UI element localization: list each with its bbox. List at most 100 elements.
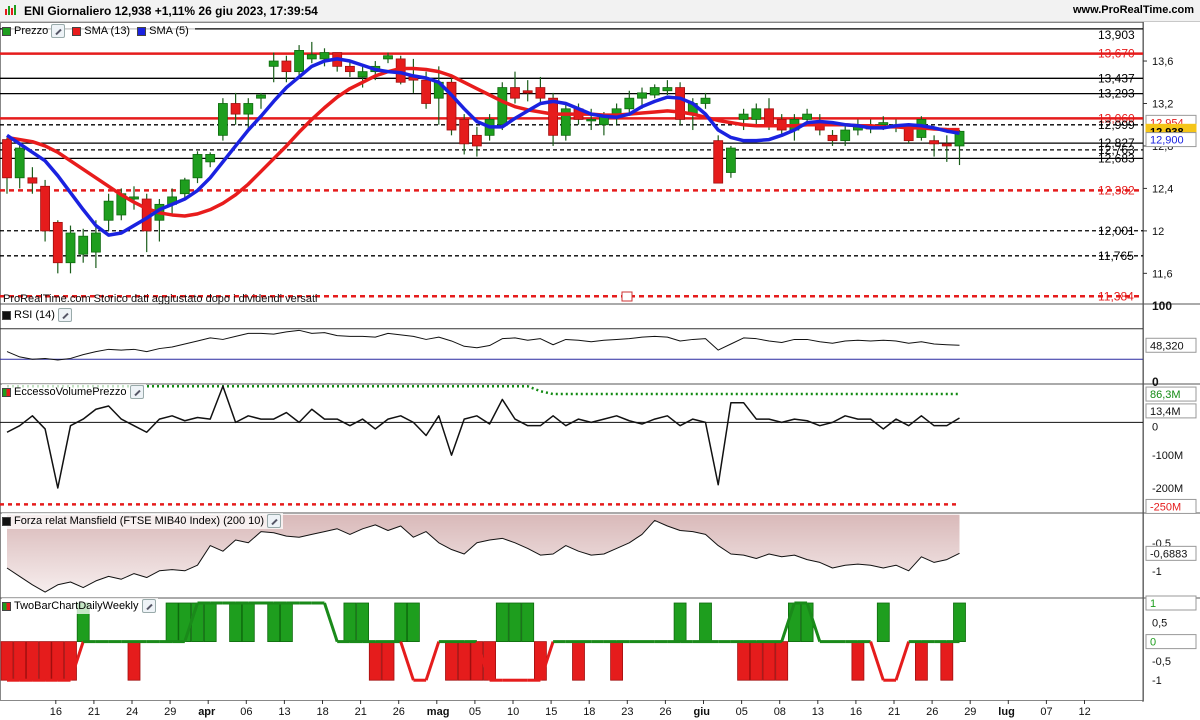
x-axis-label: 10 bbox=[507, 706, 519, 718]
candle bbox=[726, 147, 736, 173]
twobar-bar bbox=[165, 602, 179, 643]
x-axis-label: 05 bbox=[469, 706, 481, 718]
candle bbox=[243, 103, 254, 115]
twobar-bar bbox=[953, 602, 966, 643]
twobar-bar bbox=[191, 602, 204, 643]
x-axis-label: 21 bbox=[355, 706, 367, 718]
candle bbox=[357, 71, 368, 78]
candle bbox=[217, 103, 228, 136]
twobar-bar bbox=[368, 641, 382, 681]
twobar-signal-line bbox=[323, 602, 339, 643]
candle bbox=[91, 232, 101, 253]
level-label: 12,001 bbox=[1098, 224, 1135, 238]
candle bbox=[675, 87, 685, 120]
twobar-bar bbox=[445, 641, 458, 681]
twobar-bar bbox=[241, 602, 255, 643]
mansfield-panel-legend: Forza relat Mansfield (FTSE MIB40 Index)… bbox=[2, 513, 284, 529]
twobar-bar bbox=[495, 602, 509, 643]
level-label: 11,765 bbox=[1098, 249, 1134, 263]
x-axis-label: 26 bbox=[926, 706, 938, 718]
candle bbox=[878, 122, 889, 126]
candle bbox=[471, 134, 482, 147]
twobar-bar bbox=[699, 602, 712, 643]
volume-label: EccessoVolumePrezzo bbox=[14, 386, 127, 398]
candle bbox=[941, 143, 952, 147]
candle bbox=[421, 79, 432, 104]
x-axis-label: 26 bbox=[393, 706, 405, 718]
twobar-bar bbox=[876, 602, 890, 643]
candle bbox=[78, 235, 89, 255]
twobar-signal-line bbox=[424, 641, 441, 681]
twobar-top-tag: 1 bbox=[1150, 598, 1156, 610]
twobar-bar bbox=[457, 641, 471, 681]
twobar-bar bbox=[534, 641, 547, 681]
candle bbox=[383, 55, 393, 60]
volume-lower-tag: -250M bbox=[1150, 501, 1181, 513]
twobar-bar bbox=[775, 641, 789, 681]
twobar-panel-legend: TwoBarChartDailyWeekly bbox=[2, 598, 158, 614]
site-link[interactable]: www.ProRealTime.com bbox=[1073, 4, 1194, 16]
twobar-bar bbox=[38, 641, 52, 681]
price-label: Prezzo bbox=[14, 25, 49, 37]
rsi-line bbox=[6, 329, 960, 361]
twobar-bar bbox=[762, 641, 776, 681]
twobar-bar bbox=[470, 641, 484, 681]
twobar-bar bbox=[572, 641, 585, 681]
twobar-bar bbox=[483, 641, 497, 681]
price-panel-legend: Prezzo SMA (13) SMA (5) bbox=[2, 23, 195, 39]
volume-line bbox=[6, 385, 960, 489]
wrench-icon[interactable] bbox=[57, 308, 72, 322]
candle bbox=[649, 87, 660, 96]
twobar-bar bbox=[508, 602, 522, 643]
candle bbox=[40, 185, 50, 232]
x-axis-label: 18 bbox=[317, 706, 329, 718]
candle bbox=[802, 113, 812, 120]
twobar-mid-tag: 0 bbox=[1150, 637, 1156, 649]
candle bbox=[548, 97, 558, 136]
twobar-swatch-icon bbox=[2, 601, 11, 611]
sma13-label: SMA (13) bbox=[84, 25, 131, 37]
x-axis-label: 07 bbox=[1040, 706, 1052, 718]
twobar-bar bbox=[915, 641, 928, 681]
wrench-icon[interactable] bbox=[267, 514, 282, 528]
title-bar: ENI Giornaliero 12,938 +1,11% 26 giu 202… bbox=[0, 0, 1200, 22]
x-axis-label: mag bbox=[427, 706, 450, 718]
prorealtime-logo-icon bbox=[5, 5, 16, 15]
twobar-signal-line bbox=[869, 641, 885, 681]
x-axis-label: lug bbox=[998, 706, 1015, 718]
candle bbox=[65, 232, 76, 264]
x-axis-label: 05 bbox=[736, 706, 748, 718]
chart-canvas: 13,613,212,812,41211,613,90313,67013,437… bbox=[0, 22, 1200, 718]
rsi-swatch-icon bbox=[2, 310, 11, 320]
x-axis-label: 18 bbox=[583, 706, 595, 718]
rsi-panel-legend: RSI (14) bbox=[2, 307, 74, 323]
twobar-bar bbox=[356, 602, 370, 643]
mansfield-swatch-icon bbox=[2, 516, 11, 526]
volume-axis-label: -100M bbox=[1152, 450, 1183, 462]
volume-swatch-icon bbox=[2, 387, 11, 397]
candle bbox=[52, 221, 63, 264]
twobar-bar bbox=[0, 641, 14, 681]
candle bbox=[256, 94, 266, 99]
volume-zero-label: 0 bbox=[1152, 421, 1158, 433]
twobar-bar bbox=[25, 641, 39, 681]
candle bbox=[535, 87, 546, 99]
candle bbox=[637, 92, 647, 99]
volume-current-tag: 13,4M bbox=[1150, 406, 1181, 418]
x-axis-label: 13 bbox=[278, 706, 290, 718]
twobar-bar bbox=[178, 602, 192, 643]
candle bbox=[268, 60, 279, 67]
candle bbox=[103, 200, 114, 221]
candle bbox=[281, 60, 292, 73]
x-axis-label: 16 bbox=[850, 706, 862, 718]
candle bbox=[205, 154, 216, 163]
twobar-bar bbox=[267, 602, 281, 643]
x-axis-label: 15 bbox=[545, 706, 557, 718]
twobar-bar bbox=[13, 641, 27, 681]
candle bbox=[344, 65, 355, 73]
wrench-icon[interactable] bbox=[129, 385, 144, 399]
wrench-icon[interactable] bbox=[51, 24, 66, 38]
twobar-axis-label: -1 bbox=[1152, 675, 1162, 687]
x-axis-label: 12 bbox=[1079, 706, 1091, 718]
wrench-icon[interactable] bbox=[141, 599, 156, 613]
